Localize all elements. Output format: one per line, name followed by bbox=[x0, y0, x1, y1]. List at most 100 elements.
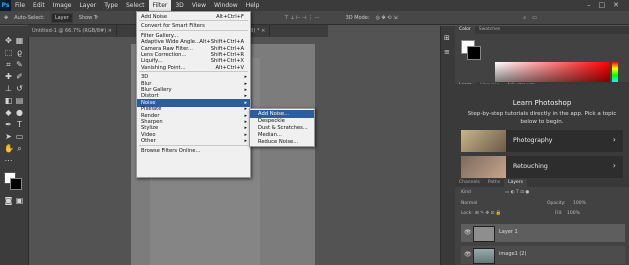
hand-tool-icon[interactable]: ✋ bbox=[4, 144, 14, 153]
shape-tool-icon[interactable]: ▭ bbox=[15, 132, 24, 141]
tab-untitled[interactable]: Untitled-1 @ 66.7% (RGB/8#) × bbox=[28, 25, 117, 37]
align-icons[interactable]: ⊤ ⊥ ⊢ ⊣ ⋮ ⋯ bbox=[284, 15, 319, 21]
card-photography-label: Photography bbox=[513, 137, 553, 144]
quick-mask-icon[interactable]: ◙ bbox=[4, 196, 13, 205]
menu-image[interactable]: Image bbox=[49, 0, 76, 11]
maximize-icon[interactable]: □ bbox=[599, 0, 606, 11]
kind-filter[interactable]: Kind bbox=[461, 190, 471, 195]
menu-separator bbox=[139, 144, 248, 146]
eraser-tool-icon[interactable]: ◧ bbox=[4, 96, 13, 105]
menu-item-label: Browse Filters Online... bbox=[141, 147, 201, 154]
move-tool-icon[interactable]: ✥ bbox=[4, 36, 13, 45]
layer-select[interactable]: Layer bbox=[50, 12, 73, 23]
noise-submenu-item[interactable]: Reduce Noise... bbox=[250, 138, 314, 146]
menu-view[interactable]: View bbox=[188, 0, 210, 11]
learn-title: Learn Photoshop bbox=[512, 99, 572, 107]
menu-items: File Edit Image Layer Type Select Filter 3D View… bbox=[11, 0, 263, 11]
pen-tool-icon[interactable]: ✒ bbox=[4, 120, 13, 129]
tab-layers[interactable]: Layers bbox=[504, 179, 527, 187]
color-panel-tabs: Color Swatches bbox=[455, 26, 629, 34]
stamp-tool-icon[interactable]: ⊥ bbox=[4, 84, 13, 93]
move-tool-icon[interactable]: ✥ bbox=[4, 15, 8, 21]
screen-mode-icon[interactable]: ▣ bbox=[15, 196, 24, 205]
layers-panel-tabs: Channels Paths Layers bbox=[455, 179, 629, 187]
brush-tool-icon[interactable]: ✐ bbox=[15, 72, 24, 81]
menu-help[interactable]: Help bbox=[242, 0, 264, 11]
submenu-item-label: Reduce Noise... bbox=[258, 139, 299, 145]
learn-description: Step-by-step tutorials directly in the a… bbox=[467, 111, 617, 125]
gradient-tool-icon[interactable]: ▤ bbox=[15, 96, 24, 105]
layer-row-image1[interactable]: 👁 image1 (2) bbox=[461, 246, 625, 264]
more-tools-icon[interactable]: ⋯ bbox=[4, 156, 13, 165]
zoom-tool-icon[interactable]: ⌕ bbox=[15, 144, 24, 153]
healing-tool-icon[interactable]: ✚ bbox=[4, 72, 13, 81]
history-panel-icon[interactable]: ⊞ bbox=[444, 34, 450, 42]
card-photography[interactable]: Photography › bbox=[461, 130, 623, 152]
menu-filter[interactable]: Filter bbox=[148, 0, 172, 11]
close-icon[interactable]: ✕ bbox=[613, 0, 619, 11]
tab-swatches[interactable]: Swatches bbox=[475, 26, 505, 34]
filter-menu-item[interactable]: Browse Filters Online... bbox=[137, 147, 250, 155]
options-bar: ✥ Auto-Select: Layer Show Tr ⊤ ⊥ ⊢ ⊣ ⋮ ⋯… bbox=[0, 11, 629, 25]
window-controls: – □ ✕ bbox=[587, 0, 619, 11]
chevron-right-icon: › bbox=[612, 135, 616, 144]
artboard-tool-icon[interactable]: ▦ bbox=[15, 36, 24, 45]
opacity-label: Opacity: bbox=[547, 201, 566, 206]
marquee-tool-icon[interactable]: ⬚ bbox=[4, 48, 13, 57]
tab-paths[interactable]: Paths bbox=[484, 179, 504, 187]
properties-panel-icon[interactable]: ≡ bbox=[444, 48, 450, 56]
layer-name: Layer 1 bbox=[499, 229, 518, 235]
menu-separator bbox=[139, 20, 248, 22]
3d-tools-icons[interactable]: ◎ ✥ ⟲ ⇲ bbox=[376, 15, 398, 21]
minimize-icon[interactable]: – bbox=[587, 0, 591, 11]
panel-icon-strip: ⊞ ≡ bbox=[440, 26, 456, 265]
color-bg-swatch[interactable] bbox=[467, 46, 481, 60]
auto-select-label[interactable]: Auto-Select: bbox=[14, 15, 45, 21]
blend-mode-select[interactable]: Normal bbox=[461, 201, 477, 206]
opacity-value[interactable]: 100% bbox=[573, 201, 586, 206]
layer-thumbnail bbox=[473, 226, 495, 242]
layer-thumbnail bbox=[473, 248, 495, 264]
menu-file[interactable]: File bbox=[11, 0, 29, 11]
background-color-swatch[interactable] bbox=[10, 178, 22, 190]
retouching-thumbnail bbox=[461, 156, 506, 178]
menu-separator bbox=[139, 29, 248, 31]
lock-label: Lock: bbox=[461, 211, 473, 216]
type-tool-icon[interactable]: T bbox=[15, 120, 24, 129]
menu-select[interactable]: Select bbox=[122, 0, 149, 11]
workspace-icon[interactable]: ▭ bbox=[532, 15, 537, 21]
eye-icon[interactable]: 👁 bbox=[464, 251, 472, 258]
filter-menu: Add Noise Alt+Ctrl+F Convert for Smart Fil… bbox=[136, 11, 251, 178]
menu-type[interactable]: Type bbox=[100, 0, 122, 11]
lasso-tool-icon[interactable]: ϱ bbox=[15, 48, 24, 57]
menu-3d[interactable]: 3D bbox=[171, 0, 187, 11]
menu-bar: Ps File Edit Image Layer Type Select Filter 3D V… bbox=[0, 0, 629, 11]
layer-row-layer-1[interactable]: 👁 Layer 1 bbox=[461, 224, 625, 242]
tab-color[interactable]: Color bbox=[455, 26, 475, 34]
eye-icon[interactable]: 👁 bbox=[464, 229, 472, 236]
tools-panel: ✥ ▦ ⬚ ϱ ⌗ ✎ ✚ ✐ ⊥ ↺ ◧ ▤ ◆ ● ✒ T ➤ ▭ ✋ ⌕ … bbox=[0, 26, 29, 265]
menu-layer[interactable]: Layer bbox=[75, 0, 100, 11]
menu-window[interactable]: Window bbox=[210, 0, 242, 11]
history-brush-icon[interactable]: ↺ bbox=[15, 84, 24, 93]
right-panels: Color Swatches Learn Libraries Adjustmen… bbox=[455, 26, 629, 265]
tab-channels[interactable]: Channels bbox=[455, 179, 484, 187]
photography-thumbnail bbox=[461, 130, 506, 152]
dodge-tool-icon[interactable]: ● bbox=[15, 108, 24, 117]
card-retouching[interactable]: Retouching › bbox=[461, 156, 623, 178]
show-transform-label[interactable]: Show Tr bbox=[79, 15, 98, 21]
menu-separator bbox=[139, 71, 248, 73]
blur-tool-icon[interactable]: ◆ bbox=[4, 108, 13, 117]
lock-icons[interactable]: ⊞ ✎ ✥ ⊡ 🔒 bbox=[475, 211, 501, 216]
search-icon[interactable]: ⌕ bbox=[523, 15, 526, 21]
fill-label: Fill: bbox=[555, 211, 563, 216]
eyedropper-tool-icon[interactable]: ✎ bbox=[15, 60, 24, 69]
chevron-right-icon: › bbox=[612, 161, 616, 170]
menu-edit[interactable]: Edit bbox=[29, 0, 49, 11]
fill-value[interactable]: 100% bbox=[567, 211, 580, 216]
learn-panel: Learn Photoshop Step-by-step tutorials d… bbox=[455, 84, 629, 179]
crop-tool-icon[interactable]: ⌗ bbox=[4, 60, 13, 69]
path-select-icon[interactable]: ➤ bbox=[4, 132, 13, 141]
layer-filter-icons[interactable]: ▭ ◐ T ⊡ ● bbox=[505, 190, 529, 195]
photoshop-logo-icon: Ps bbox=[0, 0, 11, 11]
